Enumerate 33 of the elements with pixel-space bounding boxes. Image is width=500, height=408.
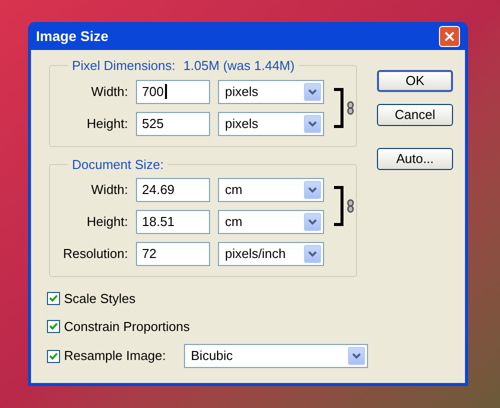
value-field[interactable]: 24.69 [136, 178, 210, 202]
group-title: Document Size: [72, 156, 164, 172]
checkbox[interactable] [47, 320, 60, 333]
unit-dropdown[interactable]: pixels [218, 112, 324, 136]
dialog-button[interactable]: Cancel [377, 104, 453, 126]
checkbox[interactable] [47, 292, 60, 306]
option-label[interactable]: Resample Image: [64, 346, 166, 366]
option-label[interactable]: Scale Styles [64, 289, 136, 308]
close-button[interactable] [439, 26, 460, 46]
field-label: Width: [90, 181, 128, 200]
option-label[interactable]: Constrain Proportions [64, 316, 190, 336]
value-field[interactable]: 700 [136, 80, 210, 104]
field-label: Height: [86, 213, 128, 232]
group-title: Pixel Dimensions: [72, 57, 176, 75]
field-label: Width: [90, 82, 128, 101]
unit-dropdown[interactable]: cm [218, 178, 324, 202]
unit-dropdown[interactable]: cm [218, 210, 324, 234]
dialog-button[interactable]: OK [377, 70, 453, 92]
window-title: Image Size [36, 26, 108, 46]
unit-dropdown[interactable]: Bicubic [184, 344, 368, 368]
field-label: Height: [86, 114, 128, 133]
value-field[interactable]: 525 [136, 112, 210, 136]
chain-link-icon [347, 199, 354, 213]
unit-dropdown[interactable]: pixels [218, 80, 324, 104]
size-summary: 1.05M (was 1.44M) [183, 57, 295, 75]
value-field[interactable]: 18.51 [136, 210, 210, 234]
chain-link-icon [347, 100, 354, 114]
close-icon [444, 30, 455, 42]
value-field[interactable]: 72 [136, 242, 210, 266]
field-label: Resolution: [62, 245, 128, 264]
checkbox[interactable] [47, 350, 60, 362]
unit-dropdown[interactable]: pixels/inch [218, 242, 324, 266]
dialog-button[interactable]: Auto... [377, 148, 453, 170]
